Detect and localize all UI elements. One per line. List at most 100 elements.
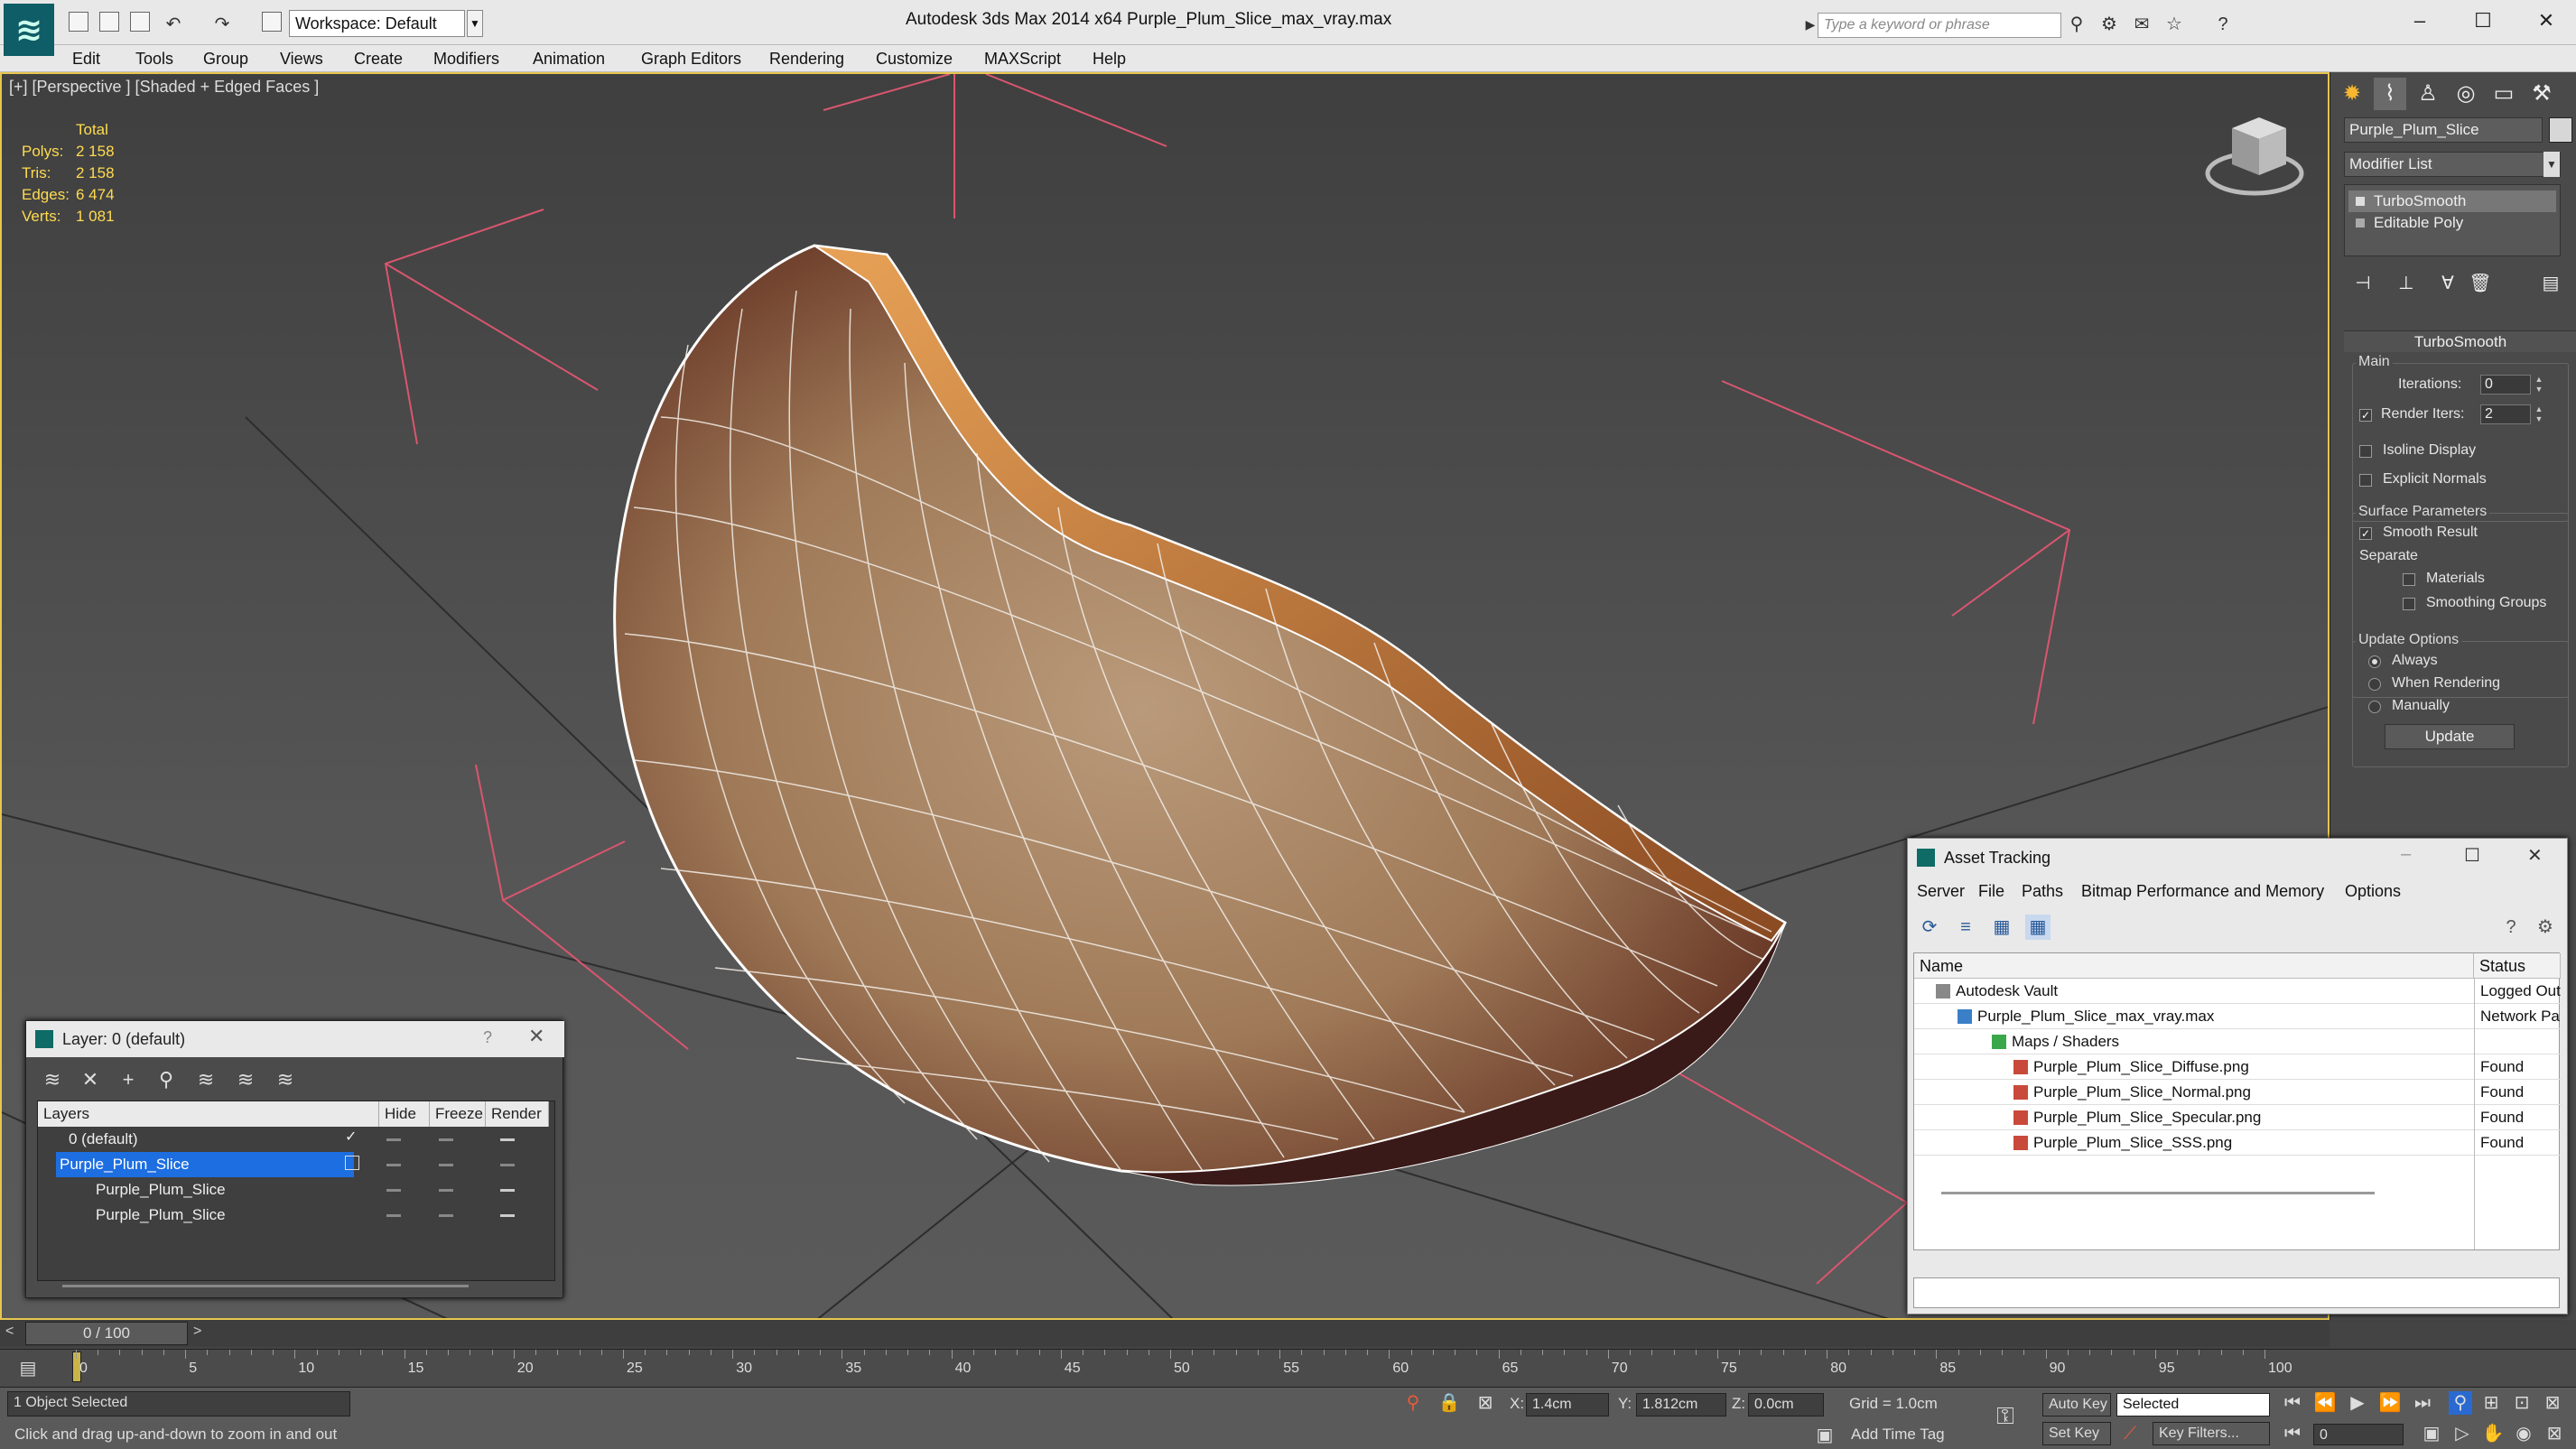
expand-icon[interactable]: [2356, 218, 2365, 228]
render-iters-checkbox[interactable]: ✓: [2359, 409, 2372, 422]
render-toggle[interactable]: [500, 1138, 515, 1141]
key-filters-button[interactable]: Key Filters...: [2153, 1422, 2270, 1445]
chevron-down-icon[interactable]: ▼: [2543, 152, 2560, 177]
project-folder-icon[interactable]: [262, 12, 282, 32]
chevron-down-icon[interactable]: ▼: [467, 10, 483, 37]
help-icon[interactable]: ?: [483, 1028, 492, 1047]
render-iters-spinner[interactable]: 2: [2480, 404, 2531, 424]
create-layer-icon[interactable]: ≋: [39, 1066, 66, 1093]
maximize-viewport-icon[interactable]: ⊠: [2543, 1422, 2566, 1445]
current-frame-field[interactable]: 0: [2313, 1424, 2404, 1445]
menu-rendering[interactable]: Rendering: [769, 50, 844, 69]
workspace-dropdown[interactable]: Workspace: Default: [289, 10, 465, 37]
table-row[interactable]: Purple_Plum_Slice_Specular.png Found: [1914, 1105, 2561, 1130]
menu-tools[interactable]: Tools: [135, 50, 173, 69]
menu-views[interactable]: Views: [280, 50, 323, 69]
orbit-icon[interactable]: ◉: [2512, 1422, 2535, 1445]
chevron-right-icon[interactable]: >: [193, 1324, 201, 1340]
freeze-toggle[interactable]: [439, 1214, 453, 1217]
close-icon[interactable]: ✕: [2527, 844, 2543, 867]
smoothing-groups-checkbox[interactable]: [2403, 598, 2415, 610]
go-to-end-icon[interactable]: ⏭: [2411, 1391, 2434, 1415]
maximize-icon[interactable]: ☐: [2465, 5, 2501, 36]
table-view-icon[interactable]: ▦: [1989, 915, 2014, 940]
absolute-mode-icon[interactable]: ⊠: [1474, 1391, 1497, 1415]
time-configuration-icon[interactable]: ▣: [2420, 1422, 2443, 1445]
zoom-extents-all-icon[interactable]: ⊠: [2541, 1391, 2564, 1415]
when-rendering-radio[interactable]: [2368, 678, 2381, 691]
manually-radio[interactable]: [2368, 701, 2381, 713]
table-row[interactable]: Purple_Plum_Slice_SSS.png Found: [1914, 1130, 2561, 1156]
help-icon[interactable]: ?: [2498, 915, 2524, 940]
stack-item-editable-poly[interactable]: Editable Poly: [2348, 212, 2556, 234]
object-color-swatch[interactable]: [2549, 117, 2572, 143]
layer-row[interactable]: 0 (default) ✓: [38, 1127, 556, 1152]
layer-row[interactable]: Purple_Plum_Slice: [38, 1203, 556, 1228]
grid-view-icon[interactable]: ▦: [2025, 915, 2051, 940]
active-layer-checkbox[interactable]: [345, 1156, 359, 1170]
render-toggle[interactable]: [500, 1164, 515, 1166]
minimize-icon[interactable]: –: [2401, 844, 2411, 865]
lightbulb-icon[interactable]: [2356, 197, 2365, 206]
display-tab-icon[interactable]: ▭: [2488, 78, 2520, 110]
zoom-icon[interactable]: ⚲: [2449, 1391, 2472, 1415]
redo-icon[interactable]: ↷: [211, 14, 233, 35]
isolate-selection-icon[interactable]: ⚲: [1401, 1391, 1425, 1415]
object-name-field[interactable]: Purple_Plum_Slice: [2344, 117, 2543, 143]
set-key-button[interactable]: Set Key: [2042, 1422, 2111, 1445]
update-button[interactable]: Update: [2385, 724, 2515, 749]
settings-icon[interactable]: ⚙: [2533, 915, 2558, 940]
menu-help[interactable]: Help: [1093, 50, 1126, 69]
minimize-icon[interactable]: –: [2402, 5, 2438, 36]
menu-create[interactable]: Create: [354, 50, 403, 69]
set-key-icon[interactable]: ⟋: [2118, 1422, 2142, 1445]
add-to-layer-icon[interactable]: +: [115, 1066, 142, 1093]
hide-toggle[interactable]: [386, 1214, 401, 1217]
z-coordinate-field[interactable]: 0.0cm: [1748, 1393, 1824, 1416]
time-slider[interactable]: 0 / 100: [25, 1322, 188, 1345]
modifier-list-dropdown[interactable]: Modifier List: [2344, 152, 2561, 177]
menu-options[interactable]: Options: [2345, 882, 2401, 901]
always-radio[interactable]: [2368, 655, 2381, 668]
chevron-left-icon[interactable]: <: [5, 1324, 14, 1340]
hide-all-icon[interactable]: ≋: [232, 1066, 259, 1093]
column-header-status[interactable]: Status: [2474, 953, 2561, 979]
table-row[interactable]: Purple_Plum_Slice_Normal.png Found: [1914, 1080, 2561, 1105]
mini-curve-editor-icon[interactable]: ▤: [16, 1357, 40, 1380]
create-tab-icon[interactable]: ✹: [2336, 78, 2368, 110]
previous-frame-icon[interactable]: ⏪: [2313, 1391, 2337, 1415]
help-icon[interactable]: ?: [2212, 14, 2234, 35]
delete-layer-icon[interactable]: ✕: [77, 1066, 104, 1093]
motion-tab-icon[interactable]: ◎: [2450, 78, 2482, 110]
hide-toggle[interactable]: [386, 1189, 401, 1192]
stack-item-turbosmooth[interactable]: TurboSmooth: [2348, 190, 2556, 212]
column-header-layers[interactable]: Layers: [38, 1101, 379, 1127]
zoom-all-icon[interactable]: ⊞: [2479, 1391, 2503, 1415]
active-layer-check-icon[interactable]: ✓: [345, 1130, 359, 1145]
search-input[interactable]: Type a keyword or phrase: [1818, 13, 2061, 38]
layer-row[interactable]: Purple_Plum_Slice: [38, 1177, 556, 1203]
explicit-normals-checkbox[interactable]: [2359, 474, 2372, 487]
configure-modifier-sets-icon[interactable]: ▤: [2538, 271, 2563, 296]
freeze-toggle[interactable]: [439, 1164, 453, 1166]
refresh-icon[interactable]: ⟳: [1917, 915, 1942, 940]
key-icon[interactable]: ⚿: [1994, 1404, 2017, 1427]
favorites-star-icon[interactable]: ☆: [2163, 14, 2185, 35]
column-header-hide[interactable]: Hide: [379, 1101, 430, 1127]
binoculars-icon[interactable]: ⚲: [2066, 14, 2088, 35]
menu-bitmap-performance[interactable]: Bitmap Performance and Memory: [2081, 882, 2324, 901]
undo-icon[interactable]: ↶: [163, 14, 184, 35]
materials-checkbox[interactable]: [2403, 573, 2415, 586]
column-header-render[interactable]: Render: [486, 1101, 549, 1127]
isoline-display-checkbox[interactable]: [2359, 445, 2372, 458]
menu-server[interactable]: Server: [1917, 882, 1965, 901]
menu-file[interactable]: File: [1978, 882, 2004, 901]
next-frame-icon[interactable]: ⏩: [2378, 1391, 2402, 1415]
pan-hand-icon[interactable]: ✋: [2481, 1422, 2505, 1445]
column-header-name[interactable]: Name: [1914, 953, 2474, 979]
field-of-view-icon[interactable]: ▷: [2450, 1422, 2474, 1445]
new-file-icon[interactable]: [69, 12, 88, 32]
highlight-layer-icon[interactable]: ≋: [192, 1066, 219, 1093]
app-logo-icon[interactable]: ≋: [4, 4, 54, 56]
close-icon[interactable]: ✕: [2528, 5, 2564, 36]
